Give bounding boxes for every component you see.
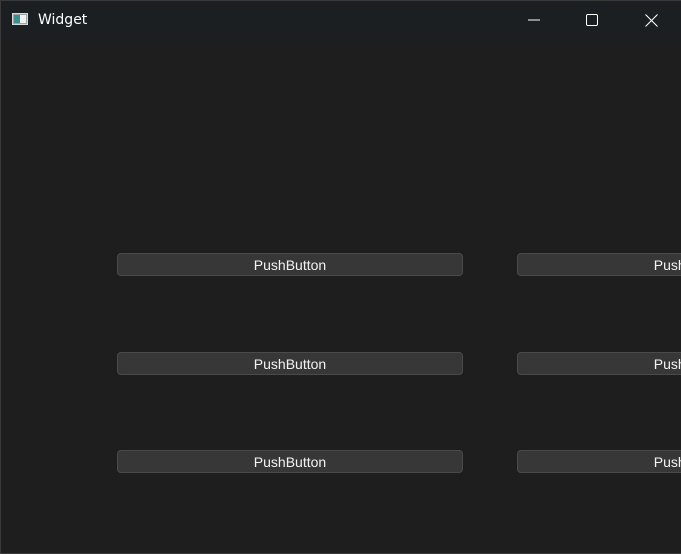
window-title: Widget [38, 12, 88, 28]
app-window: Widget PushButton PushButton PushButton … [0, 0, 681, 554]
push-button-row3-col1[interactable]: PushButton [117, 450, 463, 473]
close-button[interactable] [628, 1, 674, 39]
push-button-row1-col1[interactable]: PushButton [117, 253, 463, 276]
widget-client-area: PushButton PushButton PushButton PushBut… [1, 39, 681, 553]
title-bar[interactable]: Widget [1, 1, 681, 39]
push-button-row2-col1[interactable]: PushButton [117, 352, 463, 375]
push-button-row1-col2[interactable]: PushButton [517, 253, 681, 276]
window-app-icon[interactable] [12, 13, 28, 25]
maximize-icon [586, 14, 598, 26]
app-icon-pane-right [20, 15, 26, 23]
close-icon [644, 13, 658, 27]
minimize-icon [528, 19, 540, 21]
push-button-row3-col2[interactable]: PushButton [517, 450, 681, 473]
push-button-row2-col2[interactable]: PushButton [517, 352, 681, 375]
minimize-button[interactable] [511, 1, 557, 39]
maximize-button[interactable] [569, 1, 615, 39]
